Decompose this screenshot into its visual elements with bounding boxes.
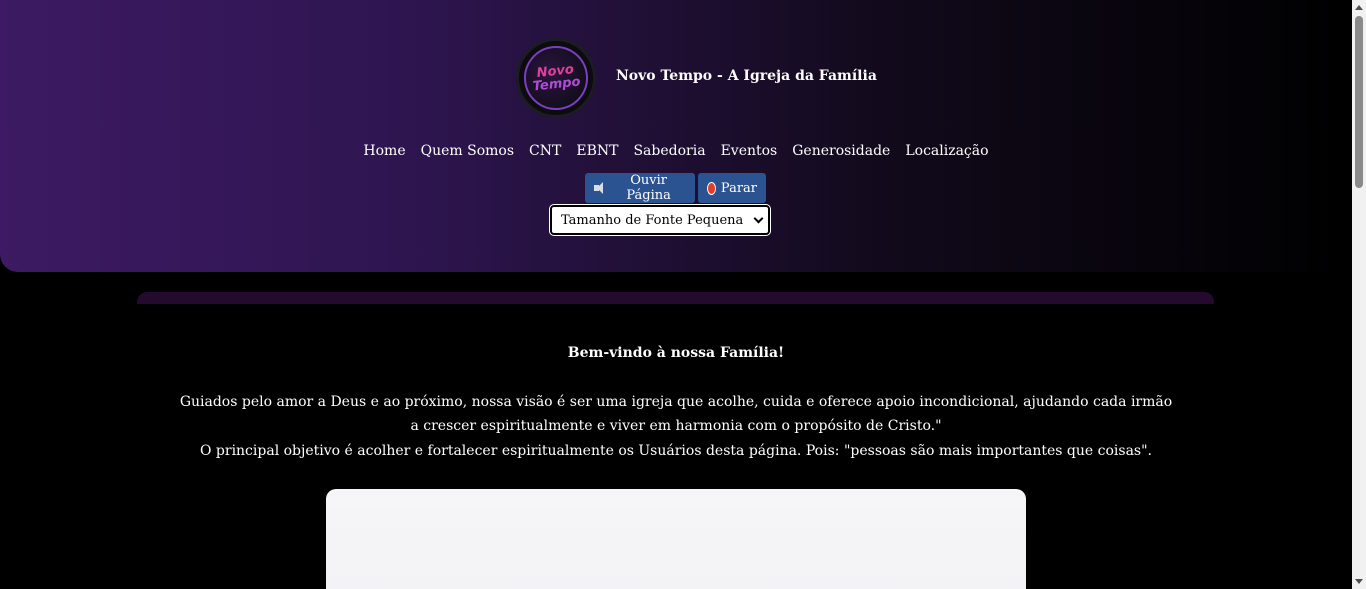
- content-panel-top: [137, 292, 1214, 304]
- page-scrollbar[interactable]: [1352, 0, 1366, 589]
- nav-ebnt[interactable]: EBNT: [576, 143, 618, 159]
- scroll-up-icon[interactable]: [1355, 5, 1363, 10]
- hero-image: [326, 489, 1026, 589]
- scroll-down-icon[interactable]: [1355, 579, 1363, 584]
- objective-text: O principal objetivo é acolher e fortale…: [199, 443, 1152, 459]
- chevron-down-icon: [753, 213, 764, 223]
- listen-page-label: Ouvir Página: [626, 173, 671, 203]
- speaker-icon: [594, 182, 606, 194]
- stop-icon: [707, 181, 716, 195]
- nav-quem-somos[interactable]: Quem Somos: [421, 143, 514, 159]
- church-logo[interactable]: Novo Tempo: [516, 38, 596, 118]
- welcome-heading: Bem-vindo à nossa Família!: [567, 345, 785, 361]
- stop-label: Parar: [720, 180, 757, 196]
- nav-home[interactable]: Home: [363, 143, 405, 159]
- nav-eventos[interactable]: Eventos: [721, 143, 778, 159]
- logo-mark: Novo Tempo: [520, 42, 592, 114]
- listen-page-button[interactable]: Ouvir Página: [585, 173, 695, 203]
- nav-localizacao[interactable]: Localização: [905, 143, 988, 159]
- site-title: Novo Tempo - A Igreja da Família: [616, 68, 877, 84]
- main-nav: Home Quem Somos CNT EBNT Sabedoria Event…: [0, 143, 1352, 159]
- logo-text-tempo: Tempo: [532, 74, 582, 95]
- stop-button[interactable]: Parar: [698, 173, 766, 203]
- nav-cnt[interactable]: CNT: [529, 143, 561, 159]
- font-size-select-value: Tamanho de Fonte Pequena: [561, 212, 744, 228]
- font-size-select[interactable]: Tamanho de Fonte Pequena: [549, 204, 771, 236]
- audio-controls: Ouvir Página Parar: [585, 173, 766, 203]
- nav-generosidade[interactable]: Generosidade: [792, 143, 890, 159]
- scroll-thumb[interactable]: [1355, 16, 1363, 188]
- nav-sabedoria[interactable]: Sabedoria: [633, 143, 705, 159]
- site-header: Novo Tempo Novo Tempo - A Igreja da Famí…: [0, 0, 1352, 272]
- mission-text: Guiados pelo amor a Deus e ao próximo, n…: [179, 394, 1173, 434]
